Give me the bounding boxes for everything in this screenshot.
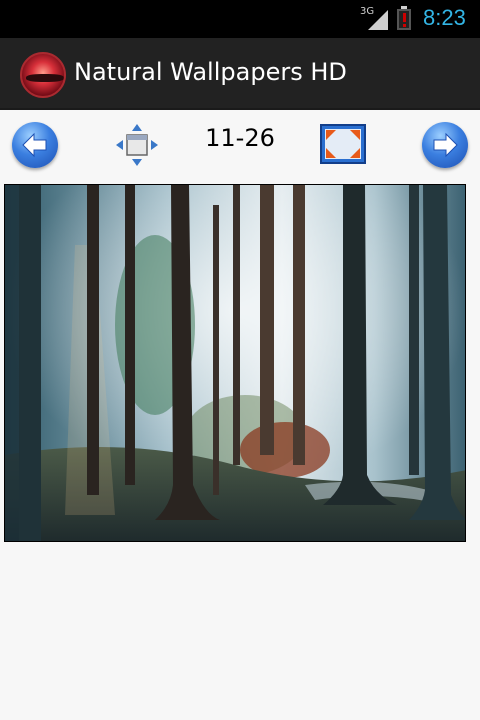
resize-button[interactable] <box>114 122 160 168</box>
signal-icon <box>368 10 388 30</box>
wallpaper-image[interactable] <box>4 184 466 542</box>
arrow-left-icon <box>22 132 47 158</box>
next-button[interactable] <box>422 122 468 168</box>
previous-button[interactable] <box>12 122 58 168</box>
image-counter: 11-26 <box>205 124 275 152</box>
forest-image <box>5 185 465 541</box>
arrow-right-icon <box>433 132 458 158</box>
image-toolbar: 11-26 <box>0 110 480 182</box>
fullscreen-icon <box>320 124 366 164</box>
fullscreen-button[interactable] <box>320 124 366 164</box>
resize-icon <box>116 124 158 166</box>
app-logo-icon[interactable] <box>20 52 66 98</box>
clock: 8:23 <box>423 5 466 30</box>
battery-icon <box>397 6 411 30</box>
status-bar: 3G 8:23 <box>0 0 480 38</box>
action-bar: Natural Wallpapers HD <box>0 38 480 110</box>
app-title: Natural Wallpapers HD <box>74 58 347 86</box>
